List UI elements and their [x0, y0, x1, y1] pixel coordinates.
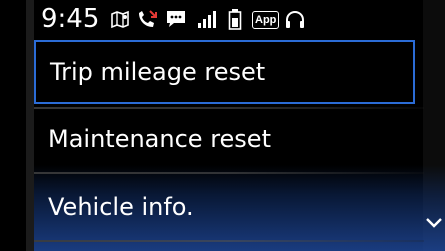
chevron-down-icon[interactable] — [424, 213, 445, 235]
menu-item-vehicle-info[interactable]: Vehicle info. — [34, 176, 415, 238]
menu-list: Trip mileage reset Maintenance reset Veh… — [0, 0, 445, 251]
menu-item-trip-mileage-reset[interactable]: Trip mileage reset — [34, 40, 415, 104]
menu-item-label: Vehicle info. — [48, 193, 194, 221]
menu-separator — [34, 240, 424, 242]
menu-item-maintenance-reset[interactable]: Maintenance reset — [34, 108, 415, 170]
menu-item-label: Maintenance reset — [48, 125, 271, 153]
menu-item-label: Trip mileage reset — [50, 58, 266, 86]
menu-separator — [34, 172, 424, 174]
